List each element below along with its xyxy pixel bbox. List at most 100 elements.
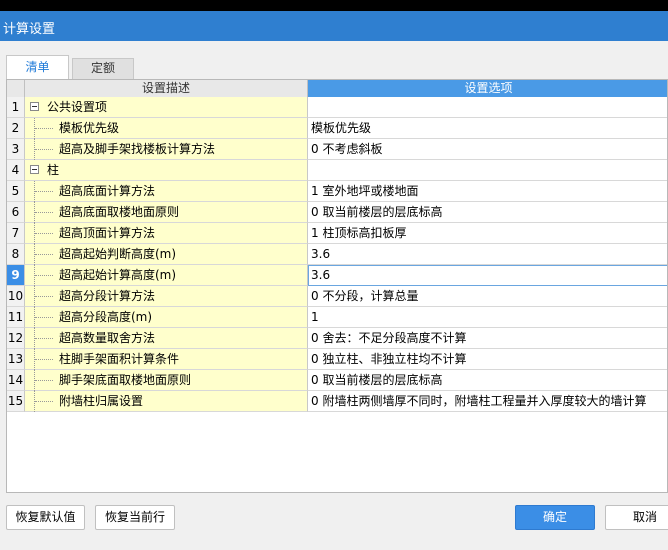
setting-label: 超高起始判断高度(m) bbox=[59, 247, 177, 261]
description-cell[interactable]: 附墙柱归属设置 bbox=[25, 391, 308, 412]
option-cell-editing[interactable]: 3.6 bbox=[308, 265, 667, 286]
row-number[interactable]: 7 bbox=[7, 223, 25, 244]
tree-line-horizontal bbox=[35, 191, 53, 192]
option-cell[interactable]: 0 独立柱、非独立柱均不计算 bbox=[308, 349, 667, 370]
setting-row[interactable]: 14 脚手架底面取楼地面原则 0 取当前楼层的层底标高 bbox=[7, 370, 667, 391]
row-number[interactable]: 13 bbox=[7, 349, 25, 370]
option-cell[interactable]: 0 不考虑斜板 bbox=[308, 139, 667, 160]
column-header-option[interactable]: 设置选项 bbox=[308, 80, 667, 97]
description-cell[interactable]: 超高起始计算高度(m) bbox=[25, 265, 308, 286]
row-number[interactable]: 3 bbox=[7, 139, 25, 160]
row-number[interactable]: 4 bbox=[7, 160, 25, 181]
setting-row[interactable]: 6 超高底面取楼地面原则 0 取当前楼层的层底标高 bbox=[7, 202, 667, 223]
group-label: 公共设置项 bbox=[47, 100, 108, 114]
option-cell[interactable]: 0 舍去：不足分段高度不计算 bbox=[308, 328, 667, 349]
description-cell[interactable]: 柱脚手架面积计算条件 bbox=[25, 349, 308, 370]
setting-row[interactable]: 15 附墙柱归属设置 0 附墙柱两侧墙厚不同时，附墙柱工程量并入厚度较大的墙计算 bbox=[7, 391, 667, 412]
group-row[interactable]: 1 公共设置项 bbox=[7, 97, 667, 118]
option-cell[interactable]: 1 柱顶标高扣板厚 bbox=[308, 223, 667, 244]
settings-dialog: 清单 定额 设置描述 设置选项 1 公共设置项 2 模板优先级 模板优先级 3 超高及脚手架… bbox=[0, 41, 668, 550]
row-number[interactable]: 1 bbox=[7, 97, 25, 118]
row-number[interactable]: 15 bbox=[7, 391, 25, 412]
description-cell[interactable]: 模板优先级 bbox=[25, 118, 308, 139]
row-number[interactable]: 2 bbox=[7, 118, 25, 139]
row-number[interactable]: 5 bbox=[7, 181, 25, 202]
tree-line-horizontal bbox=[35, 212, 53, 213]
option-cell[interactable]: 0 取当前楼层的层底标高 bbox=[308, 370, 667, 391]
option-cell[interactable]: 0 取当前楼层的层底标高 bbox=[308, 202, 667, 223]
option-cell[interactable]: 1 bbox=[308, 307, 667, 328]
settings-grid: 设置描述 设置选项 1 公共设置项 2 模板优先级 模板优先级 3 超高及脚手架找楼板计算方… bbox=[6, 79, 668, 493]
row-number[interactable]: 10 bbox=[7, 286, 25, 307]
description-cell[interactable]: 超高底面取楼地面原则 bbox=[25, 202, 308, 223]
description-cell[interactable]: 超高分段高度(m) bbox=[25, 307, 308, 328]
tree-line-horizontal bbox=[35, 401, 53, 402]
cancel-button[interactable]: 取消 bbox=[605, 505, 668, 530]
setting-row[interactable]: 11 超高分段高度(m) 1 bbox=[7, 307, 667, 328]
tree-line-horizontal bbox=[35, 359, 53, 360]
grid-corner bbox=[7, 80, 25, 97]
option-cell[interactable]: 1 室外地坪或楼地面 bbox=[308, 181, 667, 202]
setting-label: 超高分段计算方法 bbox=[59, 289, 156, 303]
tree-line-horizontal bbox=[35, 275, 53, 276]
tree-line-horizontal bbox=[35, 338, 53, 339]
setting-row[interactable]: 7 超高顶面计算方法 1 柱顶标高扣板厚 bbox=[7, 223, 667, 244]
setting-label: 超高底面取楼地面原则 bbox=[59, 205, 180, 219]
setting-row[interactable]: 8 超高起始判断高度(m) 3.6 bbox=[7, 244, 667, 265]
column-header-description[interactable]: 设置描述 bbox=[25, 80, 308, 97]
row-number[interactable]: 14 bbox=[7, 370, 25, 391]
row-number[interactable]: 12 bbox=[7, 328, 25, 349]
option-cell[interactable]: 模板优先级 bbox=[308, 118, 667, 139]
setting-row[interactable]: 2 模板优先级 模板优先级 bbox=[7, 118, 667, 139]
collapse-toggle-icon[interactable] bbox=[30, 165, 39, 174]
setting-row[interactable]: 10 超高分段计算方法 0 不分段，计算总量 bbox=[7, 286, 667, 307]
option-cell[interactable]: 3.6 bbox=[308, 244, 667, 265]
title-bar: 计算设置 bbox=[0, 11, 668, 41]
description-cell[interactable]: 柱 bbox=[25, 160, 308, 181]
ok-button[interactable]: 确定 bbox=[515, 505, 595, 530]
tab-bill[interactable]: 清单 bbox=[6, 55, 69, 80]
description-cell[interactable]: 超高底面计算方法 bbox=[25, 181, 308, 202]
setting-label: 超高分段高度(m) bbox=[59, 310, 153, 324]
tree-line-horizontal bbox=[35, 317, 53, 318]
setting-label: 附墙柱归属设置 bbox=[59, 394, 144, 408]
row-number[interactable]: 9 bbox=[7, 265, 25, 286]
setting-row[interactable]: 3 超高及脚手架找楼板计算方法 0 不考虑斜板 bbox=[7, 139, 667, 160]
setting-label: 超高顶面计算方法 bbox=[59, 226, 156, 240]
setting-row[interactable]: 12 超高数量取舍方法 0 舍去：不足分段高度不计算 bbox=[7, 328, 667, 349]
row-number[interactable]: 6 bbox=[7, 202, 25, 223]
setting-label: 超高底面计算方法 bbox=[59, 184, 156, 198]
row-number[interactable]: 8 bbox=[7, 244, 25, 265]
setting-label: 模板优先级 bbox=[59, 121, 120, 135]
window-title: 计算设置 bbox=[3, 22, 56, 37]
collapse-toggle-icon[interactable] bbox=[30, 102, 39, 111]
row-number[interactable]: 11 bbox=[7, 307, 25, 328]
option-cell[interactable] bbox=[308, 97, 667, 118]
option-cell[interactable] bbox=[308, 160, 667, 181]
tree-line-horizontal bbox=[35, 380, 53, 381]
setting-label: 脚手架底面取楼地面原则 bbox=[59, 373, 192, 387]
setting-row[interactable]: 9 超高起始计算高度(m) 3.6 bbox=[7, 265, 667, 286]
restore-default-button[interactable]: 恢复默认值 bbox=[6, 505, 85, 530]
description-cell[interactable]: 超高分段计算方法 bbox=[25, 286, 308, 307]
setting-label: 超高起始计算高度(m) bbox=[59, 268, 177, 282]
tree-line-horizontal bbox=[35, 233, 53, 234]
option-cell[interactable]: 0 不分段，计算总量 bbox=[308, 286, 667, 307]
description-cell[interactable]: 超高数量取舍方法 bbox=[25, 328, 308, 349]
setting-row[interactable]: 5 超高底面计算方法 1 室外地坪或楼地面 bbox=[7, 181, 667, 202]
tree-line-horizontal bbox=[35, 149, 53, 150]
tab-quota[interactable]: 定额 bbox=[72, 58, 134, 79]
option-cell[interactable]: 0 附墙柱两侧墙厚不同时，附墙柱工程量并入厚度较大的墙计算 bbox=[308, 391, 667, 412]
setting-label: 柱脚手架面积计算条件 bbox=[59, 352, 180, 366]
group-row[interactable]: 4柱 bbox=[7, 160, 667, 181]
description-cell[interactable]: 公共设置项 bbox=[25, 97, 308, 118]
restore-current-row-button[interactable]: 恢复当前行 bbox=[95, 505, 175, 530]
description-cell[interactable]: 超高起始判断高度(m) bbox=[25, 244, 308, 265]
description-cell[interactable]: 脚手架底面取楼地面原则 bbox=[25, 370, 308, 391]
tree-line-horizontal bbox=[35, 128, 53, 129]
tree-line-horizontal bbox=[35, 296, 53, 297]
description-cell[interactable]: 超高及脚手架找楼板计算方法 bbox=[25, 139, 308, 160]
setting-row[interactable]: 13 柱脚手架面积计算条件 0 独立柱、非独立柱均不计算 bbox=[7, 349, 667, 370]
description-cell[interactable]: 超高顶面计算方法 bbox=[25, 223, 308, 244]
setting-label: 超高数量取舍方法 bbox=[59, 331, 156, 345]
